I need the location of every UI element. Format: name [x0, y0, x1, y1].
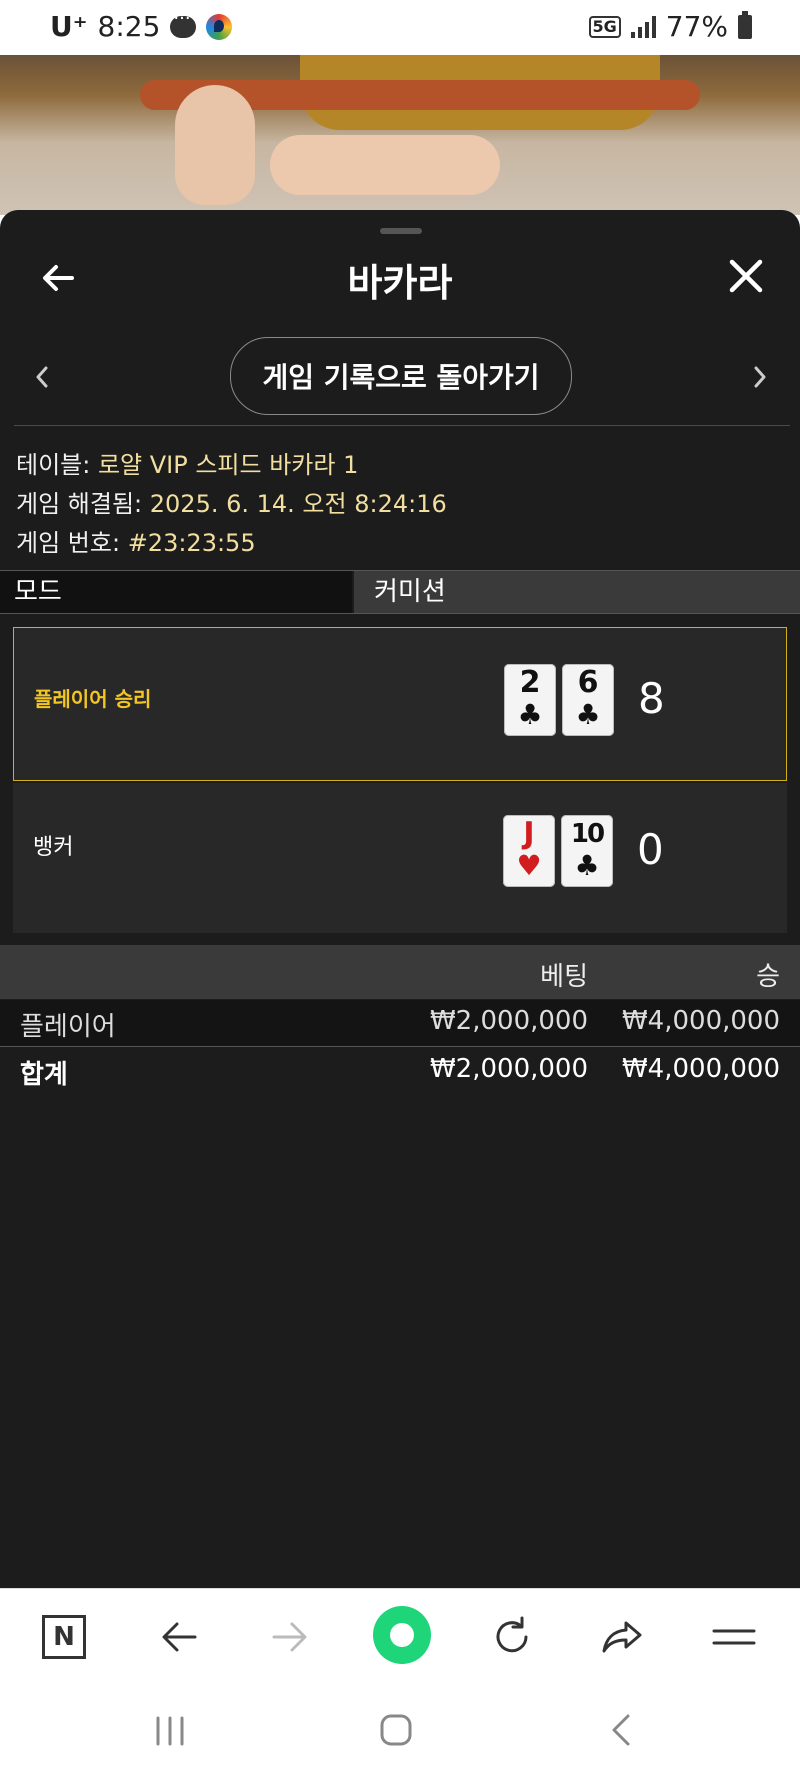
status-left: U⁺ 8:25 [50, 8, 233, 43]
game-number-value: #23:23:55 [127, 529, 256, 557]
carrier-label: U⁺ [50, 10, 88, 43]
menu-icon[interactable] [710, 1613, 758, 1661]
battery-icon [738, 10, 752, 39]
naver-icon[interactable]: N [42, 1615, 86, 1659]
resolved-label: 게임 해결됨: [16, 490, 143, 518]
mode-commission-header: 모드 커미션 [0, 570, 800, 614]
banker-card-2: 10 ♣ [561, 815, 613, 887]
status-right: 5G 77% [588, 10, 752, 43]
close-icon[interactable] [726, 256, 766, 296]
heart-suit-icon: ♥ [516, 849, 542, 882]
chevron-left-icon[interactable] [30, 362, 54, 392]
resolved-info: 게임 해결됨: 2025. 6. 14. 오전 8:24:16 [16, 484, 447, 519]
tab-mode: 모드 [0, 571, 352, 613]
total-bet-amount: ₩2,000,000 [429, 1054, 588, 1084]
battery-percent: 77% [665, 10, 728, 43]
signal-icon [630, 15, 656, 38]
forward-icon[interactable] [266, 1613, 314, 1661]
banker-card-1: J ♥ [503, 815, 555, 887]
table-value: 로얄 VIP 스피드 바카라 1 [97, 451, 359, 479]
divider [14, 425, 790, 426]
player-result-label: 플레이어 승리 [34, 687, 152, 711]
bet-column-header: 베팅 [540, 962, 588, 992]
system-back-icon[interactable] [606, 1712, 636, 1748]
tab-commission: 커미션 [354, 571, 800, 613]
table-label: 테이블: [16, 451, 91, 479]
green-dot-button[interactable] [373, 1606, 431, 1664]
dealer-video-background [0, 55, 800, 215]
total-row: 합계 ₩2,000,000 ₩4,000,000 [0, 1048, 800, 1094]
status-bar: U⁺ 8:25 5G 77% [0, 0, 800, 55]
player-card-2: 6 ♣ [562, 664, 614, 736]
bet-name: 플레이어 [20, 1012, 116, 1042]
resolved-value: 2025. 6. 14. 오전 8:24:16 [149, 490, 447, 518]
banker-score: 0 [637, 825, 664, 874]
total-win-amount: ₩4,000,000 [621, 1054, 780, 1084]
clock: 8:25 [97, 10, 161, 43]
page-title: 바카라 [347, 261, 453, 305]
back-icon[interactable] [155, 1613, 203, 1661]
home-icon[interactable] [378, 1712, 414, 1748]
bet-amount: ₩2,000,000 [429, 1006, 588, 1036]
card-rank: 6 [577, 665, 599, 700]
location-notification-icon [206, 13, 233, 40]
share-icon[interactable] [598, 1613, 646, 1661]
banker-result-label: 뱅커 [33, 835, 74, 860]
drag-handle[interactable] [380, 228, 422, 234]
card-rank: 10 [570, 819, 605, 849]
bets-table-header: 베팅 승 [0, 945, 800, 999]
game-detail-sheet: 바카라 게임 기록으로 돌아가기 테이블: 로얄 VIP 스피드 바카라 1 게… [0, 210, 800, 1588]
table-info: 테이블: 로얄 VIP 스피드 바카라 1 [16, 445, 358, 480]
player-score: 8 [638, 674, 665, 723]
player-result-row: 플레이어 승리 2 ♣ 6 ♣ 8 [13, 627, 787, 781]
network-icon: 5G [588, 15, 621, 38]
club-suit-icon: ♣ [517, 698, 543, 731]
player-card-1: 2 ♣ [504, 664, 556, 736]
game-number-info: 게임 번호: #23:23:55 [16, 523, 256, 558]
card-rank: J [523, 816, 535, 851]
banker-result-row: 뱅커 J ♥ 10 ♣ 0 [13, 783, 787, 933]
system-navigation-bar [0, 1684, 800, 1778]
table-row: 플레이어 ₩2,000,000 ₩4,000,000 [0, 1000, 800, 1047]
win-amount: ₩4,000,000 [621, 1006, 780, 1036]
dealer-hand-left [175, 85, 255, 205]
club-suit-icon: ♣ [574, 849, 600, 882]
refresh-icon[interactable] [488, 1613, 536, 1661]
card-rank: 2 [519, 665, 541, 700]
recent-apps-icon[interactable] [152, 1714, 188, 1748]
win-column-header: 승 [756, 962, 780, 992]
chat-notification-icon [170, 8, 197, 38]
game-number-label: 게임 번호: [16, 529, 121, 557]
dealer-hand-right [270, 135, 500, 195]
back-to-history-button[interactable]: 게임 기록으로 돌아가기 [230, 337, 572, 415]
club-suit-icon: ♣ [575, 698, 601, 731]
total-label: 합계 [20, 1060, 68, 1090]
chevron-right-icon[interactable] [748, 362, 772, 392]
